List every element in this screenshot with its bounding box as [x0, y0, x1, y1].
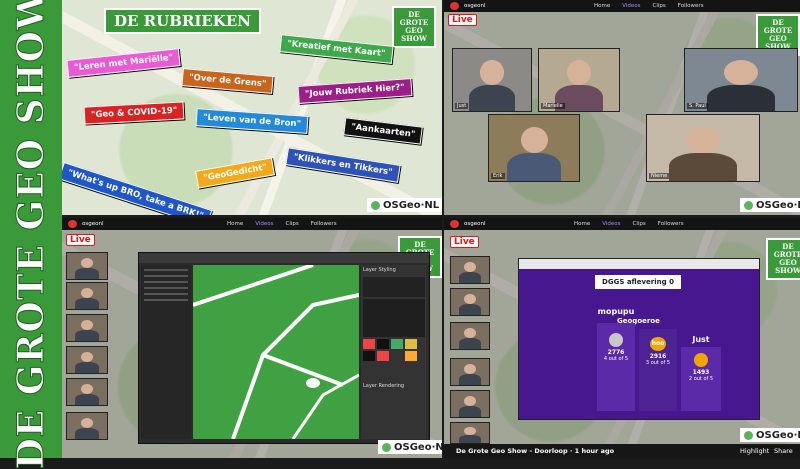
participant-tile: Erik [488, 114, 580, 182]
kahoot-panel: osgeonl Home Videos Clips Followers Live… [444, 218, 800, 458]
participant-tile [66, 346, 108, 374]
channel-avatar-icon [450, 2, 459, 10]
osgeo-logo: OSGeo·NL [740, 198, 800, 212]
tab-clips[interactable]: Clips [286, 221, 299, 227]
participant-tile: Just [452, 48, 532, 112]
tab-home[interactable]: Home [227, 221, 243, 227]
podium-3: Just 1493 2 out of 5 [681, 335, 721, 411]
osgeo-logo: OSGeo·NL [378, 440, 442, 454]
rubrieken-title: DE RUBRIEKEN [104, 8, 261, 34]
tab-videos[interactable]: Videos [255, 221, 273, 227]
channel-avatar-icon [68, 220, 77, 228]
channel-name: osgeonl [82, 221, 104, 227]
stream-footer: De Grote Geo Show - Doorloop · 1 hour ag… [444, 444, 800, 458]
tab-followers[interactable]: Followers [658, 221, 684, 227]
parcel-lines [193, 265, 359, 439]
qgis-map-canvas[interactable] [193, 265, 359, 439]
osgeo-icon [744, 430, 753, 440]
qgis-window: Layer Styling Layer Rendering [138, 252, 430, 444]
stream-title: De Grote Geo Show - Doorloop [456, 447, 568, 455]
stream-age: 1 hour ago [574, 447, 615, 455]
channel-avatar-icon [450, 220, 459, 228]
rubrieken-panel: DE RUBRIEKEN DE GROTE GEO SHOW "Leren met… [62, 0, 442, 215]
participant-tile: Marielle [538, 48, 620, 112]
browser-address-bar[interactable] [519, 259, 759, 269]
participant-tile [450, 322, 490, 350]
kahoot-question: DGGS aflevering 0 [595, 275, 681, 289]
podium-2: hoo 2916 3 out of 5 [639, 329, 677, 411]
osgeo-logo: OSGeo·NL [740, 428, 800, 442]
tab-home[interactable]: Home [594, 3, 610, 9]
osgeo-logo: OSGeo·NL [367, 198, 442, 212]
participant-tile [66, 314, 108, 342]
twitch-topbar: osgeonl Home Videos Clips Followers [62, 218, 442, 230]
tab-videos[interactable]: Videos [622, 3, 640, 9]
highlight-button[interactable]: Highlight [740, 447, 769, 455]
channel-name: osgeonl [464, 221, 486, 227]
tab-clips[interactable]: Clips [633, 221, 646, 227]
qgis-panel: osgeonl Home Videos Clips Followers Live… [62, 218, 442, 458]
participant-tile: S. Paul [684, 48, 798, 112]
kahoot-window: DGGS aflevering 0 Geogoeroe mopupu 2776 … [518, 258, 760, 420]
show-banner: DE GROTE GEO SHOW [0, 0, 62, 469]
participant-tile [66, 252, 108, 280]
qgis-browser-panel[interactable] [141, 265, 191, 439]
share-button[interactable]: Share [774, 447, 793, 455]
channel-name: osgeonl [464, 3, 486, 9]
tab-videos[interactable]: Videos [602, 221, 620, 227]
tab-followers[interactable]: Followers [311, 221, 337, 227]
osgeo-icon [744, 200, 753, 210]
tab-clips[interactable]: Clips [653, 3, 666, 9]
participant-tile [66, 412, 108, 440]
participant-tile [450, 390, 490, 418]
participant-tile [450, 422, 490, 444]
participant-tile [450, 358, 490, 386]
podium-1: mopupu 2776 4 out of 5 [597, 307, 635, 411]
live-badge: Live [450, 236, 479, 248]
qgis-styling-panel[interactable]: Layer Styling Layer Rendering [361, 265, 427, 439]
osgeo-icon [371, 200, 380, 210]
twitch-topbar: osgeonl Home Videos Clips Followers [444, 218, 800, 230]
show-logo: DE GROTEGEO SHOW [392, 6, 436, 48]
live-badge: Live [66, 234, 95, 246]
participant-tile: Nieme [646, 114, 760, 182]
participant-tile [450, 288, 490, 316]
participant-tile [450, 256, 490, 284]
tab-home[interactable]: Home [574, 221, 590, 227]
show-logo: DE GROTEGEO SHOW [766, 238, 800, 280]
banner-title: DE GROTE GEO SHOW [10, 0, 53, 469]
participant-tile [66, 378, 108, 406]
video-call-panel: osgeonl Home Videos Clips Followers Live… [444, 0, 800, 215]
live-badge: Live [448, 14, 477, 26]
participant-tile [66, 282, 108, 310]
tab-followers[interactable]: Followers [678, 3, 704, 9]
osgeo-icon [382, 442, 391, 452]
twitch-topbar: osgeonl Home Videos Clips Followers [444, 0, 800, 12]
qgis-toolbar [139, 253, 429, 263]
